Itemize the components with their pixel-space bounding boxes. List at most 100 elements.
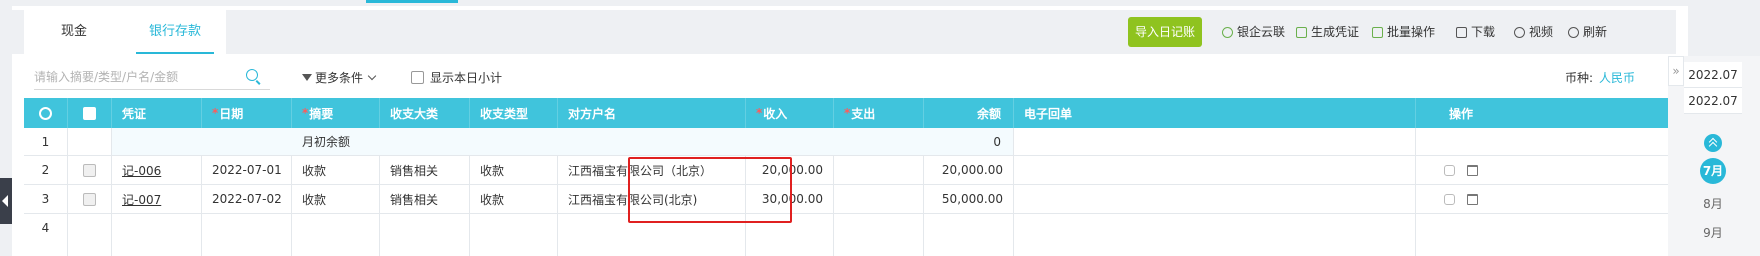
row-receipt [1014,128,1416,155]
collapse-left-tab[interactable] [0,178,12,224]
bank-cloud-label: 银企云联 [1237,25,1286,39]
currency-selector[interactable]: 币种: 人民币 [1565,69,1635,86]
empty-cell[interactable] [834,214,924,256]
batch-operation-button[interactable]: 批量操作 [1372,17,1435,47]
col-date-label: 日期 [219,106,244,121]
col-date: * 日期 [202,98,292,128]
batch-icon [1372,26,1383,38]
link-icon[interactable] [1444,193,1455,205]
type-cell[interactable]: 收款 [470,156,558,184]
download-label: 下载 [1471,25,1496,39]
refresh-label: 刷新 [1583,25,1608,39]
opening-label: 月初余额 [302,135,351,149]
receipt-cell [1014,185,1416,213]
month-item[interactable]: 9月 [1700,224,1726,241]
download-button[interactable]: 下载 [1456,17,1495,47]
daily-subtotal-toggle[interactable]: 显示本日小计 [411,69,502,86]
highlight-box [628,157,792,223]
col-balance: 余额 [924,98,1014,128]
search-input[interactable] [34,66,234,88]
date-cell[interactable]: 2022-07-01 [202,156,292,184]
col-voucher: 凭证 [112,98,202,128]
empty-cell[interactable] [380,214,470,256]
more-conditions-label: 更多条件 [315,71,364,85]
row-actions [1416,128,1506,155]
category-cell[interactable]: 销售相关 [380,185,470,213]
col-category: 收支大类 [380,98,470,128]
bank-cloud-icon [1222,26,1233,38]
table-row[interactable]: 3 记-007 2022-07-02 收款 销售相关 收款 江西福宝有限公司(北… [24,185,1688,214]
month-active[interactable]: 7月 [1700,158,1726,184]
expense-cell[interactable] [834,185,924,213]
generate-voucher-label: 生成凭证 [1311,25,1360,39]
empty-cell[interactable] [470,214,558,256]
table-row[interactable]: 2 记-006 2022-07-01 收款 销售相关 收款 江西福宝有限公司（北… [24,156,1688,185]
top-accent-bar [366,0,458,3]
video-label: 视频 [1529,25,1554,39]
col-summary-label: 摘要 [309,106,334,121]
select-all-cell [68,98,112,128]
daily-subtotal-checkbox[interactable] [411,71,424,84]
delete-icon[interactable] [1467,164,1478,176]
summary-cell[interactable]: 收款 [292,156,380,184]
empty-cell[interactable] [112,214,202,256]
required-mark: * [844,106,851,120]
currency-value[interactable]: 人民币 [1599,71,1635,85]
row-select-cell [68,214,112,256]
summary-cell[interactable]: 收款 [292,185,380,213]
col-expense: * 支出 [834,98,924,128]
batch-label: 批量操作 [1387,25,1436,39]
opening-balance-label: 月初余额 0 [112,128,1014,155]
gear-icon[interactable] [39,106,52,120]
chevron-up-icon[interactable] [1704,134,1722,152]
row-checkbox[interactable] [83,192,96,206]
bank-cloud-button[interactable]: 银企云联 [1222,17,1285,47]
voucher-link[interactable]: 记-006 [122,162,161,179]
empty-cell [924,214,1014,256]
search-icon[interactable] [246,69,258,81]
empty-cell [1416,214,1506,256]
required-mark: * [212,106,219,120]
date-cell[interactable]: 2022-07-02 [202,185,292,213]
row-checkbox[interactable] [83,163,96,177]
daily-subtotal-label: 显示本日小计 [430,71,503,85]
col-counterparty: 对方户名 [558,98,746,128]
table-row-empty[interactable]: 4 [24,214,1688,256]
row-index: 4 [24,214,68,256]
video-button[interactable]: 视频 [1514,17,1553,47]
expense-cell[interactable] [834,156,924,184]
tab-bank-deposit[interactable]: 银行存款 [124,10,226,54]
refresh-icon [1568,26,1579,38]
row-select-cell [68,128,112,155]
sidebar-toggle[interactable]: » [1668,56,1684,86]
row-select-cell [68,156,112,184]
col-receipt: 电子回单 [1014,98,1416,128]
balance-cell: 20,000.00 [924,156,1014,184]
link-icon[interactable] [1444,164,1455,176]
tab-cash[interactable]: 现金 [24,10,124,54]
period-item[interactable]: 2022.07 [1684,88,1742,114]
category-cell[interactable]: 销售相关 [380,156,470,184]
empty-cell[interactable] [202,214,292,256]
generate-voucher-button[interactable]: 生成凭证 [1296,17,1359,47]
select-all-checkbox[interactable] [83,106,96,120]
voucher-link[interactable]: 记-007 [122,191,161,208]
filter-icon [302,74,312,81]
download-icon [1456,26,1467,38]
currency-label: 币种: [1565,71,1594,85]
refresh-button[interactable]: 刷新 [1568,17,1607,47]
balance-cell: 50,000.00 [924,185,1014,213]
period-item[interactable]: 2022.07 [1684,62,1742,88]
more-conditions-dropdown[interactable]: 更多条件 [302,69,377,86]
column-settings[interactable] [24,98,68,128]
empty-cell[interactable] [292,214,380,256]
row-actions [1416,185,1506,213]
col-summary: * 摘要 [292,98,380,128]
type-cell[interactable]: 收款 [470,185,558,213]
row-index: 3 [24,185,68,213]
col-income: * 收入 [746,98,834,128]
month-item[interactable]: 8月 [1700,195,1726,212]
import-journal-button[interactable]: 导入日记账 [1128,17,1202,47]
delete-icon[interactable] [1467,193,1478,205]
search-box [34,66,270,90]
